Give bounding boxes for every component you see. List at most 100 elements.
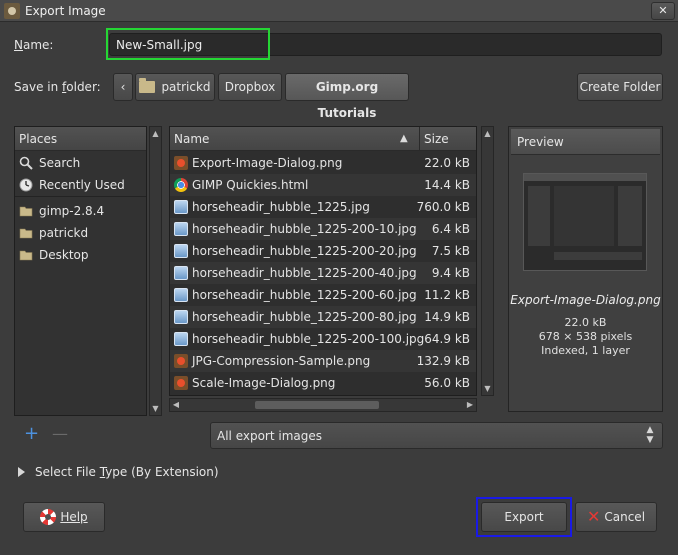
- file-size: 6.4 kB: [431, 222, 470, 236]
- thumb-pane: [554, 186, 614, 246]
- places-header-label: Places: [19, 132, 58, 146]
- places-item-label: gimp-2.8.4: [39, 204, 105, 218]
- window-title: Export Image: [25, 4, 106, 18]
- file-size: 11.2 kB: [424, 288, 470, 302]
- help-label: Help: [60, 510, 88, 524]
- file-row[interactable]: GIMP Quickies.html 14.4 kB: [170, 174, 476, 196]
- breadcrumb-patrickd[interactable]: patrickd: [135, 73, 215, 101]
- file-row[interactable]: Scale-Image-Dialog.png 56.0 kB: [170, 372, 476, 394]
- lifebuoy-icon: [40, 509, 57, 525]
- chevron-left-icon: ‹: [120, 80, 126, 94]
- preview-dimensions: 678 × 538 pixels: [538, 330, 633, 343]
- expander-arrow-icon: [18, 467, 25, 477]
- file-size: 132.9 kB: [416, 354, 470, 368]
- preview-filename: Export-Image-Dialog.png: [510, 293, 661, 307]
- file-row[interactable]: horseheadir_hubble_1225-200-100.jpg 64.9 …: [170, 328, 476, 350]
- places-separator: [15, 196, 146, 197]
- save-in-folder-label: Save in folder:: [14, 80, 101, 94]
- file-row[interactable]: horseheadir_hubble_1225-200-20.jpg 7.5 kB: [170, 240, 476, 262]
- gimp-file-icon: [174, 156, 188, 170]
- places-scrollbar[interactable]: ▲ ▼: [149, 126, 162, 416]
- cancel-label: Cancel: [604, 510, 646, 524]
- file-list-hscrollbar[interactable]: ◀ ▶: [169, 398, 477, 412]
- places-item-search[interactable]: Search: [15, 152, 146, 174]
- close-button[interactable]: ✕: [651, 2, 675, 20]
- breadcrumb-gimp-tutorials[interactable]: Gimp.org Tutorials: [285, 73, 409, 120]
- preview-thumbnail: [523, 173, 647, 271]
- hscroll-thumb[interactable]: [255, 401, 379, 409]
- file-name: horseheadir_hubble_1225-200-20.jpg: [192, 244, 417, 258]
- file-size: 64.9 kB: [424, 332, 470, 346]
- places-header[interactable]: Places: [15, 127, 146, 151]
- file-name: Scale-Image-Dialog.png: [192, 376, 336, 390]
- name-highlight-box: [106, 28, 270, 60]
- preview-panel: Preview Export-Image-Dialog.png 22.0 kB …: [508, 126, 663, 412]
- breadcrumb-dropbox[interactable]: Dropbox: [218, 73, 282, 101]
- thumb-pane: [618, 186, 642, 246]
- file-row[interactable]: JPG-Compression-Sample.png 132.9 kB: [170, 350, 476, 372]
- thumb-bar: [524, 174, 646, 181]
- help-button[interactable]: Help: [23, 502, 105, 532]
- places-item-desktop[interactable]: Desktop: [15, 244, 146, 266]
- remove-bookmark-icon[interactable]: —: [52, 426, 68, 442]
- image-file-icon: [174, 266, 188, 280]
- sort-ascending-icon: ▲: [400, 133, 408, 144]
- places-item-patrickd[interactable]: patrickd: [15, 222, 146, 244]
- folder-icon: [19, 206, 33, 217]
- file-row[interactable]: horseheadir_hubble_1225-200-40.jpg 9.4 kB: [170, 262, 476, 284]
- image-file-icon: [174, 222, 188, 236]
- breadcrumb-label: patrickd: [161, 80, 211, 94]
- select-file-type-expander[interactable]: Select File Type (By Extension): [18, 465, 219, 479]
- file-filter-value: All export images: [217, 429, 323, 443]
- expander-label: Select File Type (By Extension): [35, 465, 219, 479]
- file-size: 14.4 kB: [424, 178, 470, 192]
- file-name: horseheadir_hubble_1225-200-60.jpg: [192, 288, 417, 302]
- places-item-recently-used[interactable]: Recently Used: [15, 174, 146, 196]
- file-row[interactable]: horseheadir_hubble_1225.jpg 760.0 kB: [170, 196, 476, 218]
- column-header-name[interactable]: Name: [174, 127, 209, 151]
- preview-header: Preview: [511, 129, 660, 155]
- column-header-size[interactable]: Size: [424, 127, 449, 151]
- preview-mode: Indexed, 1 layer: [541, 344, 630, 357]
- file-row[interactable]: horseheadir_hubble_1225-200-60.jpg 11.2 k…: [170, 284, 476, 306]
- file-list: Name ▲ Size Export-Image-Dialog.png 22.0 …: [169, 126, 477, 396]
- file-row[interactable]: Export-Image-Dialog.png 22.0 kB: [170, 152, 476, 174]
- gimp-file-icon: [174, 376, 188, 390]
- preview-header-label: Preview: [517, 135, 564, 149]
- add-bookmark-icon[interactable]: +: [24, 425, 39, 443]
- gimp-app-icon: [4, 3, 20, 19]
- file-list-header: Name ▲ Size: [170, 127, 476, 151]
- scroll-right-icon[interactable]: ▶: [464, 399, 476, 411]
- places-panel: Places Search Recently Used gimp-2.8.4 p…: [14, 126, 147, 416]
- file-size: 9.4 kB: [431, 266, 470, 280]
- create-folder-button[interactable]: Create Folder: [577, 73, 663, 101]
- breadcrumb-label: Gimp.org Tutorials: [315, 80, 379, 120]
- scroll-down-icon[interactable]: ▼: [482, 382, 493, 395]
- scroll-up-icon[interactable]: ▲: [150, 127, 161, 140]
- file-row[interactable]: horseheadir_hubble_1225-200-10.jpg 6.4 kB: [170, 218, 476, 240]
- image-file-icon: [174, 244, 188, 258]
- create-folder-label: Create Folder: [579, 80, 661, 94]
- cancel-button[interactable]: ✕ Cancel: [575, 502, 657, 532]
- scroll-left-icon[interactable]: ◀: [170, 399, 182, 411]
- places-item-label: Desktop: [39, 248, 89, 262]
- file-size: 22.0 kB: [424, 156, 470, 170]
- scroll-up-icon[interactable]: ▲: [482, 127, 493, 140]
- places-item-gimp-284[interactable]: gimp-2.8.4: [15, 200, 146, 222]
- thumb-pane: [528, 186, 550, 246]
- file-name: horseheadir_hubble_1225-200-40.jpg: [192, 266, 417, 280]
- file-row[interactable]: horseheadir_hubble_1225-200-80.jpg 14.9 k…: [170, 306, 476, 328]
- file-list-scrollbar[interactable]: ▲ ▼: [481, 126, 494, 396]
- file-name: horseheadir_hubble_1225.jpg: [192, 200, 370, 214]
- image-file-icon: [174, 310, 188, 324]
- file-name: JPG-Compression-Sample.png: [192, 354, 371, 368]
- file-filter-select[interactable]: All export images ▲ ▼: [210, 422, 663, 449]
- breadcrumb-back-button[interactable]: ‹: [113, 73, 133, 101]
- places-item-label: Recently Used: [39, 178, 125, 192]
- export-highlight-box: [476, 497, 572, 537]
- file-name: horseheadir_hubble_1225-200-100.jpg: [192, 332, 425, 346]
- places-item-label: Search: [39, 156, 81, 170]
- file-size: 56.0 kB: [424, 376, 470, 390]
- scroll-down-icon[interactable]: ▼: [150, 402, 161, 415]
- search-icon: [19, 156, 33, 170]
